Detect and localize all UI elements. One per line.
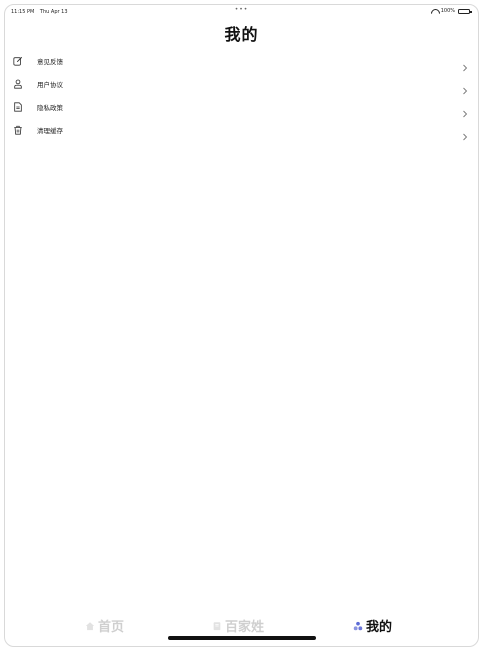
profile-icon	[353, 616, 363, 635]
edit-icon	[13, 56, 23, 66]
home-icon	[85, 616, 95, 635]
multitasking-dots[interactable]: •••	[235, 6, 249, 13]
menu-label-user-agreement: 用户协议	[37, 80, 63, 89]
tab-mine[interactable]: 我的	[353, 616, 392, 635]
user-icon	[13, 79, 23, 89]
chevron-right-icon	[462, 80, 468, 94]
settings-menu: 意见反馈 用户协议 隐私政策 清理缓存	[5, 49, 478, 141]
menu-item-clear-cache[interactable]: 清理缓存	[5, 118, 478, 141]
tab-surnames-label: 百家姓	[225, 620, 265, 635]
status-bar: 11:15 PM Thu Apr 13 ••• 100%	[5, 5, 478, 19]
home-indicator[interactable]	[167, 636, 316, 640]
book-icon	[212, 616, 222, 635]
tab-surnames[interactable]: 百家姓	[212, 616, 264, 635]
wifi-icon	[431, 9, 438, 14]
menu-item-user-agreement[interactable]: 用户协议	[5, 72, 478, 95]
menu-label-privacy-policy: 隐私政策	[37, 103, 63, 112]
document-icon	[13, 101, 23, 112]
chevron-right-icon	[462, 103, 468, 117]
app-window: 11:15 PM Thu Apr 13 ••• 100% 我的 意见反馈 用户协…	[4, 4, 479, 647]
menu-label-clear-cache: 清理缓存	[37, 126, 63, 135]
tab-mine-label: 我的	[366, 620, 393, 635]
chevron-right-icon	[462, 57, 468, 71]
tab-bar: 首页 百家姓 我的	[5, 606, 478, 646]
battery-icon	[458, 8, 472, 14]
trash-icon	[13, 125, 23, 135]
status-time-date: 11:15 PM Thu Apr 13	[11, 9, 72, 15]
menu-item-feedback[interactable]: 意见反馈	[5, 49, 478, 72]
status-indicators: 100%	[431, 8, 472, 14]
battery-percent: 100%	[440, 8, 455, 14]
status-date: Thu Apr 13	[39, 9, 68, 15]
menu-label-feedback: 意见反馈	[37, 57, 63, 66]
menu-item-privacy-policy[interactable]: 隐私政策	[5, 95, 478, 118]
tab-home[interactable]: 首页	[85, 616, 124, 635]
tab-home-label: 首页	[98, 620, 125, 635]
chevron-right-icon	[462, 126, 468, 140]
page-title: 我的	[224, 25, 259, 44]
status-time: 11:15 PM	[11, 9, 35, 15]
